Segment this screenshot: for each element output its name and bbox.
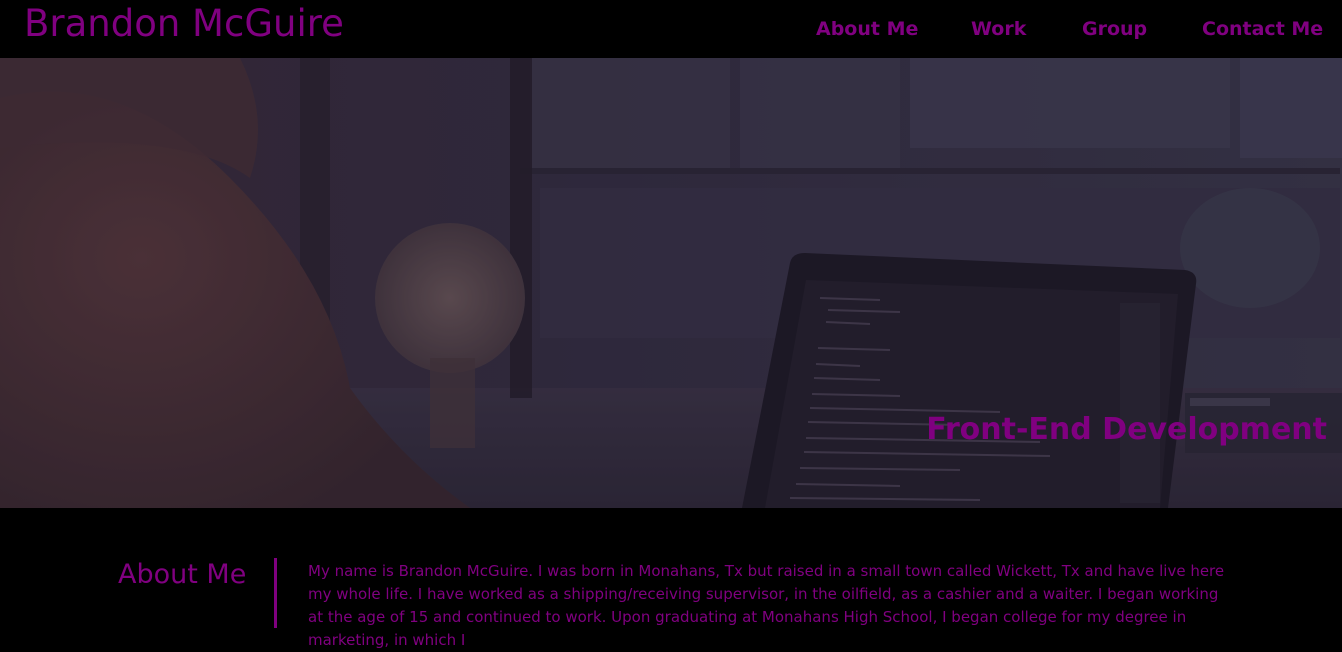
main-nav: About Me Work Group Contact Me bbox=[0, 16, 1342, 42]
hero-tagline: Front-End Development bbox=[926, 412, 1327, 447]
nav-link-contact-me[interactable]: Contact Me bbox=[1202, 16, 1323, 42]
nav-link-work[interactable]: Work bbox=[971, 16, 1026, 42]
nav-link-group[interactable]: Group bbox=[1082, 16, 1147, 42]
site-header: Brandon McGuire About Me Work Group Cont… bbox=[0, 0, 1342, 58]
about-body-text: My name is Brandon McGuire. I was born i… bbox=[308, 562, 1225, 649]
hero-banner: Front-End Development bbox=[0, 58, 1342, 508]
about-section: About Me My name is Brandon McGuire. I w… bbox=[0, 508, 1342, 649]
about-heading: About Me bbox=[118, 559, 247, 590]
nav-link-about-me[interactable]: About Me bbox=[816, 16, 918, 42]
